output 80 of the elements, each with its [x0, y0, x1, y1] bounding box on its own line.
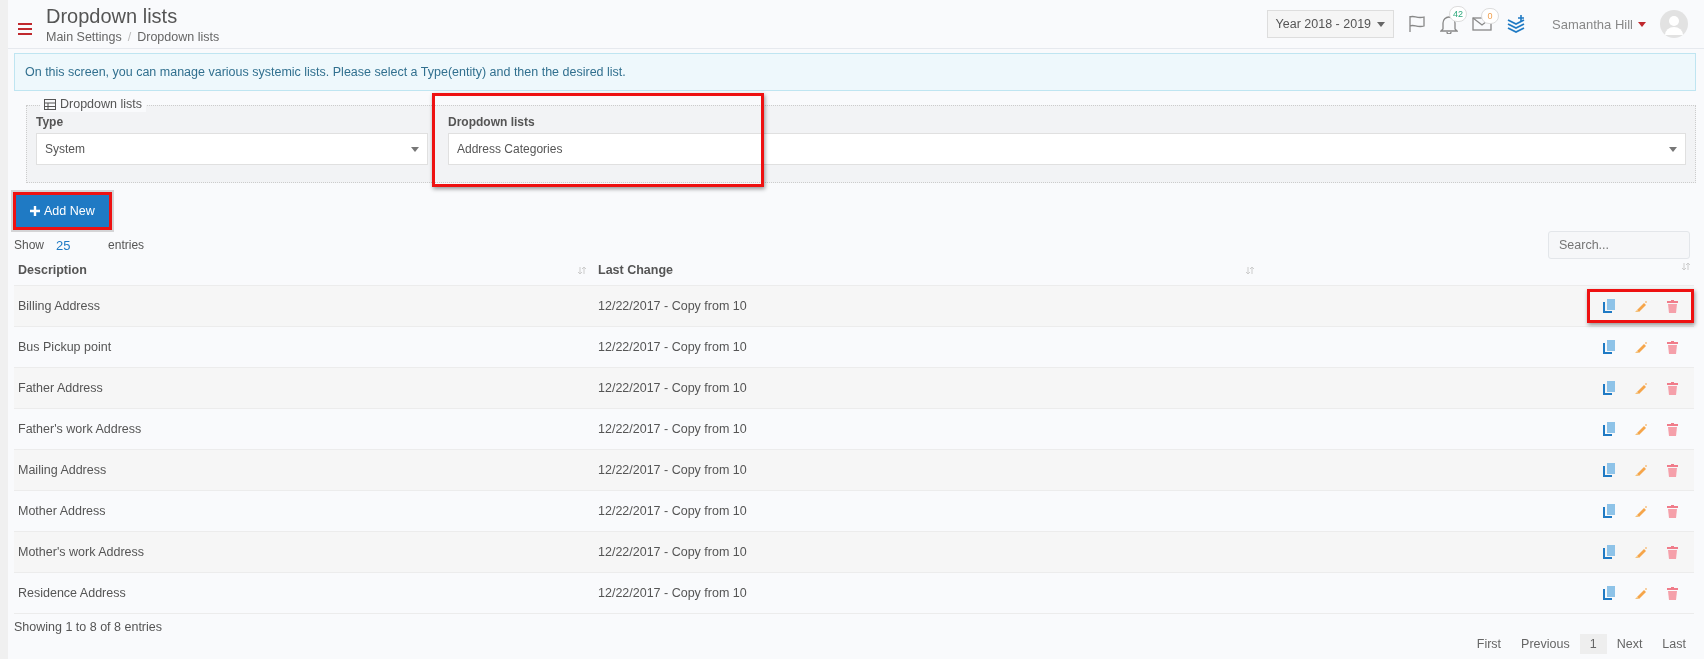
caret-icon [1669, 146, 1677, 152]
caret-icon [411, 146, 419, 152]
layers-plus-icon[interactable] [1506, 15, 1527, 33]
copy-icon[interactable] [1603, 504, 1615, 518]
table-cell: Mailing Address [18, 463, 107, 477]
copy-icon[interactable] [1603, 299, 1615, 313]
field-label: Dropdown lists [448, 115, 536, 131]
table-cell: 12/22/2017 - Copy from 10 [598, 586, 747, 600]
copy-icon[interactable] [1603, 463, 1615, 477]
year-selector[interactable]: Year 2018 - 2019 [1266, 10, 1395, 38]
page-size-select[interactable]: 25 [56, 237, 97, 253]
pagination-button[interactable]: Next [1606, 634, 1653, 654]
copy-icon[interactable] [1603, 422, 1615, 436]
table-icon [44, 98, 56, 110]
caret-icon [1377, 21, 1386, 27]
trash-icon[interactable] [1667, 586, 1678, 600]
table-cell: Residence Address [18, 586, 126, 600]
trash-icon[interactable] [1667, 504, 1678, 518]
copy-icon[interactable] [1603, 340, 1615, 354]
select-field[interactable]: Address Categories [448, 133, 1686, 165]
trash-icon[interactable] [1667, 381, 1678, 395]
sort-icon[interactable] [1246, 266, 1254, 274]
entries-label: entries [108, 237, 145, 253]
table-cell: 12/22/2017 - Copy from 10 [598, 381, 747, 395]
breadcrumb-link[interactable]: Main Settings [46, 30, 122, 44]
pagination-button[interactable]: 1 [1579, 634, 1607, 654]
sort-icon[interactable] [1682, 263, 1690, 270]
caret-icon [1638, 21, 1646, 27]
pencil-icon[interactable] [1635, 587, 1647, 599]
table-cell: 12/22/2017 - Copy from 10 [598, 340, 747, 354]
menu-icon[interactable] [18, 23, 32, 35]
trash-icon[interactable] [1667, 422, 1678, 436]
pagination-button[interactable]: First [1466, 634, 1512, 654]
copy-icon[interactable] [1603, 381, 1615, 395]
breadcrumb-separator: / [127, 30, 132, 44]
table-cell: 12/22/2017 - Copy from 10 [598, 299, 747, 313]
show-label: Show [14, 237, 45, 253]
select-field[interactable]: System [36, 133, 428, 165]
panel-legend: Dropdown lists [60, 97, 142, 111]
search-field[interactable]: Search... [1548, 231, 1690, 259]
user-menu[interactable]: Samantha Hill [1552, 16, 1646, 32]
trash-icon[interactable] [1667, 299, 1678, 313]
flag-icon[interactable] [1408, 15, 1427, 33]
pencil-icon[interactable] [1635, 300, 1647, 312]
pencil-icon[interactable] [1635, 382, 1647, 394]
copy-icon[interactable] [1603, 545, 1615, 559]
info-message: On this screen, you can manage various systemic lists. Please select a Type(entity) and then the desired list. [14, 53, 1696, 91]
table-cell: 12/22/2017 - Copy from 10 [598, 504, 747, 518]
sort-icon[interactable] [578, 266, 586, 274]
copy-icon[interactable] [1603, 586, 1615, 600]
pencil-icon[interactable] [1635, 464, 1647, 476]
table-cell: Father Address [18, 381, 103, 395]
table-cell: 12/22/2017 - Copy from 10 [598, 422, 747, 436]
trash-icon[interactable] [1667, 545, 1678, 559]
table-cell: 12/22/2017 - Copy from 10 [598, 463, 747, 477]
table-cell: Mother Address [18, 504, 106, 518]
page-title: Dropdown lists [46, 4, 179, 28]
message-count: 0 [1481, 8, 1500, 24]
table-cell: Mother's work Address [18, 545, 145, 559]
pagination-button[interactable]: Last [1652, 634, 1696, 654]
pagination-button[interactable]: Previous [1511, 634, 1580, 654]
pencil-icon[interactable] [1635, 341, 1647, 353]
notification-count: 42 [1449, 6, 1468, 22]
column-header[interactable]: Description [18, 263, 87, 277]
pencil-icon[interactable] [1635, 423, 1647, 435]
column-header[interactable]: Last Change [598, 263, 673, 277]
table-cell: 12/22/2017 - Copy from 10 [598, 545, 747, 559]
table-summary: Showing 1 to 8 of 8 entries [13, 619, 163, 634]
plus-icon [30, 206, 40, 216]
trash-icon[interactable] [1667, 340, 1678, 354]
avatar-icon[interactable] [1660, 10, 1688, 38]
trash-icon[interactable] [1667, 463, 1678, 477]
table-cell: Billing Address [18, 299, 100, 313]
table-cell: Bus Pickup point [18, 340, 112, 354]
table-cell: Father's work Address [18, 422, 142, 436]
add-new-button[interactable]: Add New [16, 195, 109, 227]
pencil-icon[interactable] [1635, 505, 1647, 517]
field-label: Type [36, 115, 65, 131]
breadcrumb-current: Dropdown lists [137, 30, 220, 44]
pencil-icon[interactable] [1635, 546, 1647, 558]
